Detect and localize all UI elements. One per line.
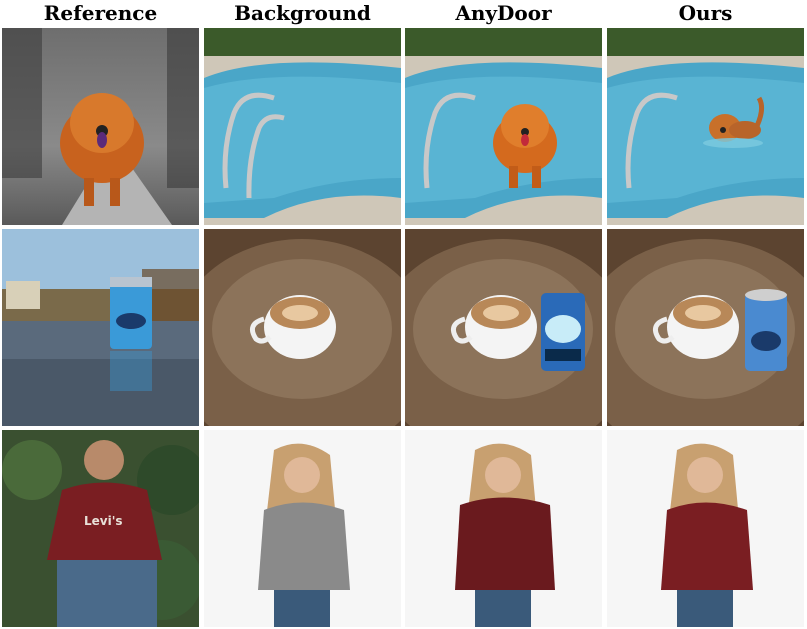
image-anydoor-row3 [405, 430, 602, 627]
tshirt-logo-ref: Levi's [84, 514, 123, 528]
image-ours-row2 [607, 229, 804, 426]
header-reference: Reference [43, 1, 158, 25]
image-ours-row3 [607, 430, 804, 627]
header-background: Background [234, 1, 371, 25]
image-anydoor-row1 [405, 28, 602, 225]
image-ours-row1 [607, 28, 804, 225]
header-anydoor: AnyDoor [455, 1, 552, 25]
header-ours: Ours [678, 1, 733, 25]
image-reference-row1 [2, 28, 199, 225]
image-background-row2 [204, 229, 401, 426]
image-background-row1 [204, 28, 401, 225]
image-reference-row3: Levi's [2, 430, 199, 627]
image-reference-row2 [2, 229, 199, 426]
image-background-row3 [204, 430, 401, 627]
image-anydoor-row2 [405, 229, 602, 426]
